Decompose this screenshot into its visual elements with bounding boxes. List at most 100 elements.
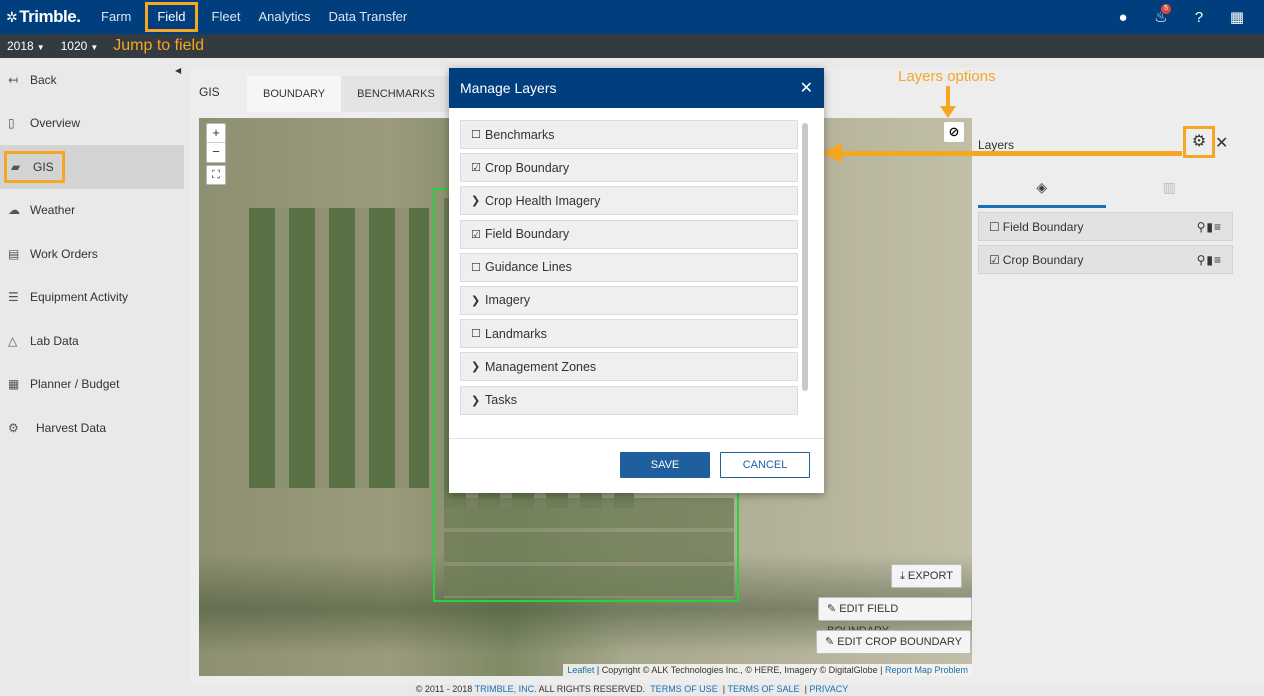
notification-badge: 5 (1161, 4, 1171, 14)
footer-copyright: © 2011 - 2018 (415, 684, 473, 694)
layer-label: Field Boundary (1002, 219, 1084, 234)
layer-label: Crop Boundary (1002, 252, 1084, 267)
caret-down-icon: ▼ (36, 43, 45, 52)
footer-rights: ALL RIGHTS RESERVED. (538, 684, 646, 694)
download-icon: ⤓ (900, 570, 908, 582)
search-icon[interactable]: ⚲ (1197, 220, 1207, 234)
checkbox-unchecked-icon[interactable]: ☐ (989, 220, 1000, 234)
bell-icon[interactable]: ♨ 5 (1142, 4, 1180, 26)
nav-analytics[interactable]: Analytics (249, 0, 319, 34)
sidebar-item-gis[interactable]: ▰ GIS (0, 145, 184, 189)
menu-icon[interactable]: ≡ (1214, 253, 1222, 267)
search-icon[interactable]: ⚲ (1197, 253, 1207, 267)
export-button[interactable]: ⤓ EXPORT (891, 564, 962, 588)
map-tab-icon[interactable]: ▥ (1106, 168, 1234, 208)
modal-item-guidance-lines[interactable]: ☐ Guidance Lines (460, 252, 798, 282)
checkbox-checked-icon[interactable]: ☑ (989, 253, 1000, 267)
checkbox-unchecked-icon[interactable]: ☐ (471, 128, 485, 141)
gear-icon[interactable]: ⚙ (1183, 126, 1215, 158)
sidebar-item-label: GIS (33, 159, 54, 174)
layers-title: Layers (978, 138, 1015, 152)
zoom-in-button[interactable]: + (207, 124, 225, 143)
tab-benchmarks[interactable]: BENCHMARKS (341, 76, 451, 112)
tab-boundary[interactable]: BOUNDARY (247, 76, 342, 112)
sidebar-item-back[interactable]: ↤ Back (0, 58, 184, 102)
sidebar-item-lab-data[interactable]: △ Lab Data (0, 319, 184, 363)
edit-field-boundary-button[interactable]: ✎ EDIT FIELD BOUNDARY (818, 597, 972, 637)
sidebar-item-label: Equipment Activity (30, 290, 129, 305)
checkbox-unchecked-icon[interactable]: ☐ (471, 327, 485, 340)
modal-item-field-boundary[interactable]: ☑ Field Boundary (460, 219, 798, 249)
chevron-right-icon[interactable]: ❯ (471, 360, 485, 373)
year-dropdown[interactable]: 2018 ▼ (0, 39, 54, 53)
layers-options-annotation: Layers options (898, 68, 996, 85)
nav-data-transfer[interactable]: Data Transfer (319, 0, 416, 34)
modal-header: Manage Layers ✕ (449, 68, 824, 108)
sidebar-item-planner-budget[interactable]: ▦ Planner / Budget (0, 363, 184, 407)
sidebar-item-weather[interactable]: ☁ Weather (0, 189, 184, 233)
modal-close-icon[interactable]: ✕ (800, 78, 813, 98)
nav-right-icons: ● ♨ 5 ? ▦ (1104, 0, 1256, 34)
layers-options-icon[interactable]: ⊘ (944, 122, 964, 142)
caret-down-icon: ▼ (90, 43, 99, 52)
leaflet-link[interactable]: Leaflet (567, 665, 594, 675)
top-nav: ✲ Trimble. Farm Field Fleet Analytics Da… (0, 0, 1264, 34)
help-icon[interactable]: ? (1180, 9, 1218, 26)
terms-of-use-link[interactable]: TERMS OF USE (650, 684, 718, 694)
trimble-logo[interactable]: ✲ Trimble. (0, 7, 92, 27)
modal-item-benchmarks[interactable]: ☐ Benchmarks (460, 120, 798, 149)
modal-scrollbar[interactable] (802, 123, 808, 391)
save-button[interactable]: SAVE (620, 452, 710, 478)
modal-item-label: Field Boundary (485, 227, 570, 242)
close-icon[interactable]: ✕ (1215, 133, 1228, 153)
modal-item-crop-health-imagery[interactable]: ❯ Crop Health Imagery (460, 186, 798, 216)
terms-of-sale-link[interactable]: TERMS OF SALE (728, 684, 800, 694)
layer-row-crop-boundary[interactable]: ☑ Crop Boundary ⚲▮≡ (978, 245, 1233, 274)
trash-icon[interactable]: ▮ (1206, 220, 1214, 234)
modal-item-management-zones[interactable]: ❯ Management Zones (460, 352, 798, 382)
zoom-out-button[interactable]: − (207, 143, 225, 162)
field-dropdown[interactable]: 1020 ▼ (54, 39, 108, 53)
modal-item-landmarks[interactable]: ☐ Landmarks (460, 319, 798, 349)
checkbox-checked-icon[interactable]: ☑ (471, 161, 485, 174)
modal-item-imagery[interactable]: ❯ Imagery (460, 285, 798, 315)
weather-icon: ☁ (8, 203, 20, 218)
footer-company-link[interactable]: TRIMBLE, INC. (475, 684, 537, 694)
sidebar-item-overview[interactable]: ▯ Overview (0, 102, 184, 146)
user-icon[interactable]: ● (1104, 9, 1142, 26)
chevron-right-icon[interactable]: ❯ (471, 294, 485, 307)
report-map-problem-link[interactable]: Report Map Problem (885, 665, 968, 675)
modal-layer-list: ☐ Benchmarks ☑ Crop Boundary ❯ Crop Health … (460, 120, 798, 420)
document-icon: ▤ (8, 246, 20, 261)
nav-field[interactable]: Field (145, 2, 198, 32)
modal-item-crop-boundary[interactable]: ☑ Crop Boundary (460, 153, 798, 183)
trash-icon[interactable]: ▮ (1206, 253, 1214, 267)
privacy-link[interactable]: PRIVACY (809, 684, 848, 694)
flask-icon: △ (8, 333, 18, 348)
edit-crop-boundary-button[interactable]: ✎ EDIT CROP BOUNDARY (816, 630, 971, 654)
edit-crop-label: EDIT CROP BOUNDARY (837, 636, 962, 648)
layer-row-field-boundary[interactable]: ☐ Field Boundary ⚲▮≡ (978, 212, 1233, 241)
export-label: EXPORT (907, 570, 953, 582)
modal-item-label: Guidance Lines (485, 260, 572, 275)
sidebar-item-harvest-data[interactable]: ⚙ Harvest Data (0, 406, 184, 450)
nav-fleet[interactable]: Fleet (203, 0, 250, 34)
apps-grid-icon[interactable]: ▦ (1218, 8, 1256, 26)
nav-farm[interactable]: Farm (92, 0, 140, 34)
modal-item-tasks[interactable]: ❯ Tasks (460, 385, 798, 415)
checkbox-unchecked-icon[interactable]: ☐ (471, 261, 485, 274)
collapse-sidebar-icon[interactable]: ◀ (175, 66, 181, 75)
field-value: 1020 (60, 39, 88, 53)
sidebar-item-equipment-activity[interactable]: ☰ Equipment Activity (0, 276, 184, 320)
cancel-button[interactable]: CANCEL (720, 452, 810, 478)
checkbox-checked-icon[interactable]: ☑ (471, 228, 485, 241)
fullscreen-icon[interactable]: ⛶ (206, 165, 226, 185)
modal-title: Manage Layers (460, 80, 557, 96)
chevron-right-icon[interactable]: ❯ (471, 394, 485, 407)
page-footer: © 2011 - 2018 TRIMBLE, INC. ALL RIGHTS R… (415, 684, 849, 694)
chevron-right-icon[interactable]: ❯ (471, 194, 485, 207)
menu-icon[interactable]: ≡ (1214, 220, 1222, 234)
sidebar-item-work-orders[interactable]: ▤ Work Orders (0, 232, 184, 276)
pencil-icon: ✎ (827, 603, 840, 615)
layers-stack-icon[interactable]: ◈ (978, 168, 1106, 208)
